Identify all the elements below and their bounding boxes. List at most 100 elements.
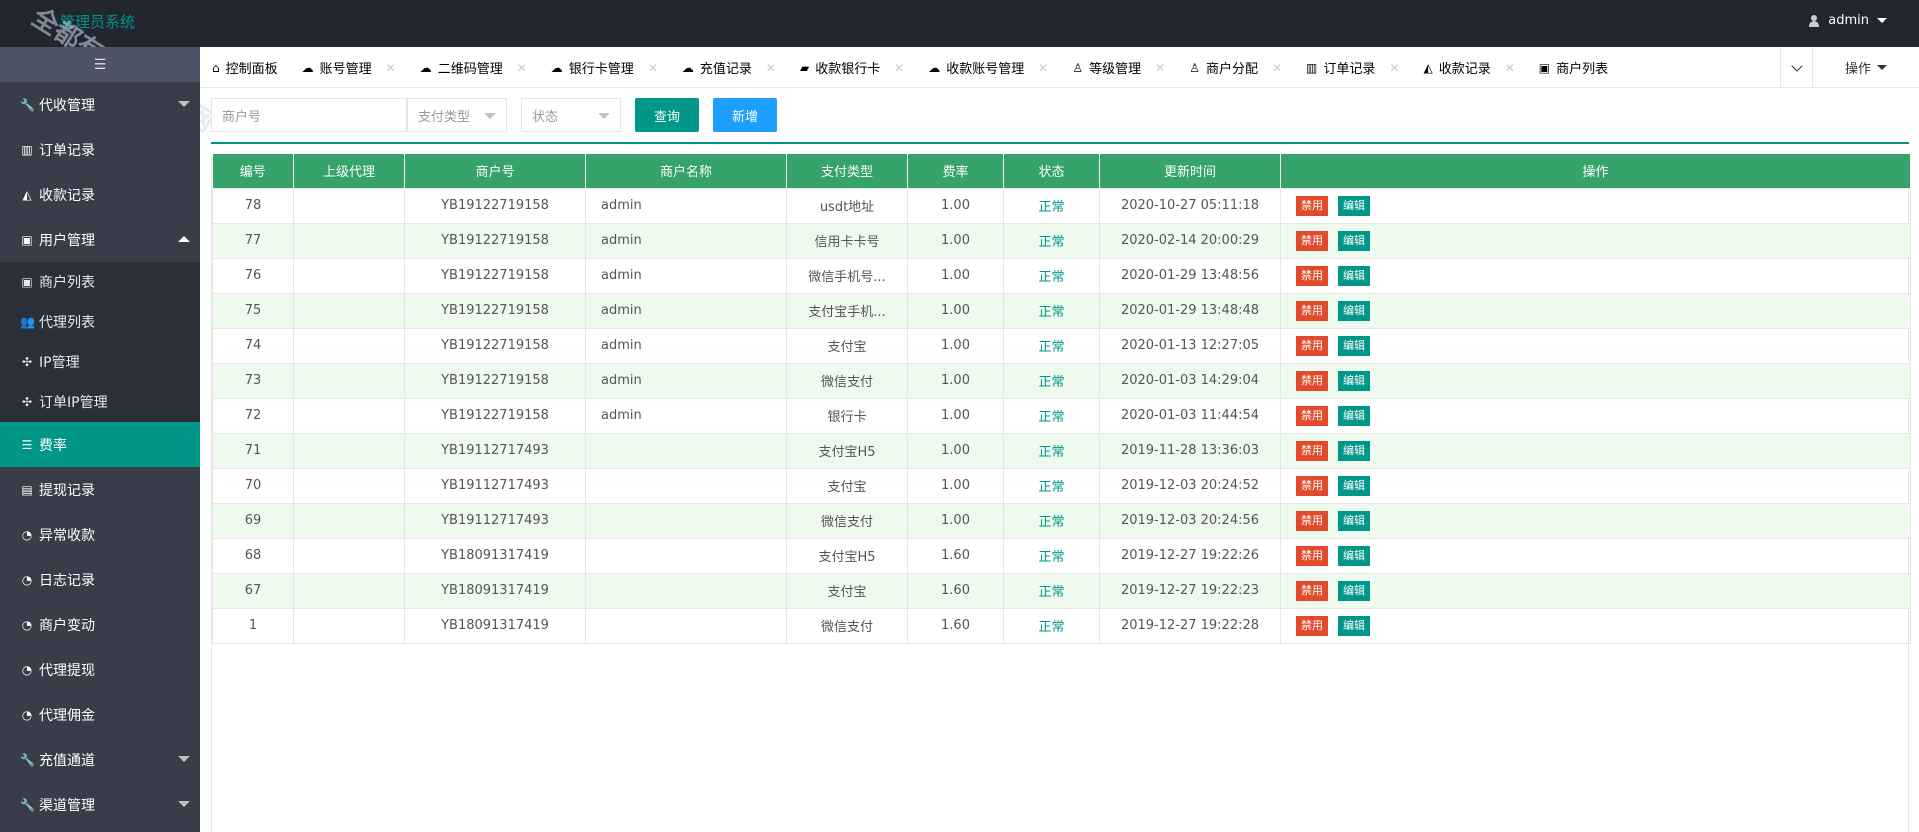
- tab[interactable]: ☁ 二维码管理 ✕: [408, 47, 539, 88]
- sidebar-item[interactable]: ◔ 代理佣金: [0, 692, 200, 737]
- edit-button[interactable]: 编辑: [1338, 440, 1370, 461]
- disable-button[interactable]: 禁用: [1296, 440, 1328, 461]
- disable-button[interactable]: 禁用: [1296, 300, 1328, 321]
- close-icon[interactable]: ✕: [894, 61, 904, 75]
- tab[interactable]: ☁ 银行卡管理 ✕: [539, 47, 670, 88]
- disable-button[interactable]: 禁用: [1296, 510, 1328, 531]
- sidebar-item[interactable]: ▣ 用户管理: [0, 217, 200, 262]
- close-icon[interactable]: ✕: [1272, 61, 1282, 75]
- edit-button[interactable]: 编辑: [1338, 335, 1370, 356]
- sidebar-item[interactable]: ◭ 收款记录: [0, 172, 200, 217]
- status-value: 状态: [532, 109, 559, 125]
- sidebar-item-label: 代理佣金: [39, 707, 95, 724]
- edit-button[interactable]: 编辑: [1338, 195, 1370, 216]
- edit-button[interactable]: 编辑: [1338, 370, 1370, 391]
- rate-table-container: 编号 上级代理 商户号 商户名称 支付类型 费率 状态 更新时间 操作 78 YB19122719…: [211, 154, 1911, 832]
- sidebar-item[interactable]: ✣ IP管理: [0, 342, 200, 382]
- edit-button[interactable]: 编辑: [1338, 615, 1370, 636]
- sidebar-item[interactable]: ◔ 代理提现: [0, 647, 200, 692]
- status-select[interactable]: 状态: [521, 98, 621, 132]
- add-button[interactable]: 新增: [713, 98, 777, 132]
- cell-updated: 2020-01-03 11:44:54: [1099, 397, 1281, 434]
- cell-actions: 禁用 编辑: [1280, 432, 1911, 469]
- disable-button[interactable]: 禁用: [1296, 195, 1328, 216]
- tab[interactable]: ▥ 订单记录 ✕: [1294, 47, 1411, 88]
- top-header: 管理员系统 admin: [0, 0, 1919, 47]
- close-icon[interactable]: ✕: [1155, 61, 1165, 75]
- edit-button[interactable]: 编辑: [1338, 405, 1370, 426]
- cell-rate: 1.60: [907, 537, 1004, 574]
- cell-merchant-name: [585, 467, 787, 504]
- tab[interactable]: ◭ 收款记录 ✕: [1411, 47, 1526, 88]
- sidebar-item-label: 商户变动: [39, 617, 95, 634]
- edit-button[interactable]: 编辑: [1338, 230, 1370, 251]
- close-icon[interactable]: ✕: [517, 61, 527, 75]
- sidebar-toggle[interactable]: ☰: [0, 47, 200, 82]
- edit-button[interactable]: 编辑: [1338, 265, 1370, 286]
- cell-id: 1: [212, 607, 294, 644]
- sidebar-item[interactable]: ◔ 日志记录: [0, 557, 200, 602]
- cell-actions: 禁用 编辑: [1280, 362, 1911, 399]
- tab-scroll-button[interactable]: [1780, 47, 1812, 88]
- sidebar-item[interactable]: ✣ 订单IP管理: [0, 382, 200, 422]
- disable-button[interactable]: 禁用: [1296, 580, 1328, 601]
- disable-button[interactable]: 禁用: [1296, 615, 1328, 636]
- cell-id: 71: [212, 432, 294, 469]
- tab[interactable]: ▣ 商户列表: [1527, 47, 1620, 88]
- table-row: 69 YB19112717493 微信支付 1.00 正常 2019-12-03 20:2…: [212, 502, 1911, 539]
- sidebar-item[interactable]: ▣ 商户列表: [0, 262, 200, 302]
- sidebar-item[interactable]: 🔧 渠道管理: [0, 782, 200, 827]
- close-icon[interactable]: ✕: [386, 61, 396, 75]
- edit-button[interactable]: 编辑: [1338, 580, 1370, 601]
- cell-merchant-no: YB19122719158: [404, 397, 586, 434]
- close-icon[interactable]: ✕: [1389, 61, 1399, 75]
- book-icon: ▰: [799, 60, 810, 75]
- merchant-no-input[interactable]: 商户号: [211, 98, 407, 132]
- money-icon: ▤: [21, 482, 33, 497]
- sidebar-item[interactable]: ◔ 商户变动: [0, 602, 200, 647]
- disable-button[interactable]: 禁用: [1296, 475, 1328, 496]
- caret-down-icon: [484, 113, 496, 119]
- tab[interactable]: ☁ 充值记录 ✕: [670, 47, 788, 88]
- sidebar-item[interactable]: ▥ 订单记录: [0, 127, 200, 172]
- cell-rate: 1.00: [907, 292, 1004, 329]
- pay-type-value: 支付类型: [418, 109, 471, 125]
- cell-pay-type: 微信手机号...: [786, 257, 908, 294]
- pay-type-select[interactable]: 支付类型: [407, 98, 507, 132]
- tab-operations-button[interactable]: 操作: [1812, 47, 1919, 88]
- sidebar-item[interactable]: 🔧 代收管理: [0, 82, 200, 127]
- tab[interactable]: ☁ 账号管理 ✕: [290, 47, 408, 88]
- sidebar-item[interactable]: ▤ 提现记录: [0, 467, 200, 512]
- edit-button[interactable]: 编辑: [1338, 475, 1370, 496]
- tab[interactable]: ☁ 收款账号管理 ✕: [916, 47, 1060, 88]
- disable-button[interactable]: 禁用: [1296, 545, 1328, 566]
- tab[interactable]: ▰ 收款银行卡 ✕: [788, 47, 916, 88]
- sidebar-item[interactable]: ◔ 异常收款: [0, 512, 200, 557]
- cell-agent: [293, 572, 405, 609]
- close-icon[interactable]: ✕: [766, 61, 776, 75]
- disable-button[interactable]: 禁用: [1296, 230, 1328, 251]
- close-icon[interactable]: ✕: [648, 61, 658, 75]
- tab[interactable]: ♙ 商户分配 ✕: [1177, 47, 1294, 88]
- disable-button[interactable]: 禁用: [1296, 370, 1328, 391]
- cell-rate: 1.00: [907, 467, 1004, 504]
- sidebar-item[interactable]: 👥 代理列表: [0, 302, 200, 342]
- sidebar-item[interactable]: 🔧 充值通道: [0, 737, 200, 782]
- sidebar-item[interactable]: ☰ 费率: [0, 422, 200, 467]
- edit-button[interactable]: 编辑: [1338, 300, 1370, 321]
- disable-button[interactable]: 禁用: [1296, 405, 1328, 426]
- user-menu[interactable]: admin: [1808, 13, 1887, 28]
- edit-button[interactable]: 编辑: [1338, 510, 1370, 531]
- cell-merchant-name: [585, 572, 787, 609]
- cell-merchant-no: YB19122719158: [404, 362, 586, 399]
- close-icon[interactable]: ✕: [1505, 61, 1515, 75]
- edit-button[interactable]: 编辑: [1338, 545, 1370, 566]
- sidebar-item-label: 订单IP管理: [39, 395, 108, 411]
- close-icon[interactable]: ✕: [1038, 61, 1048, 75]
- query-button[interactable]: 查询: [635, 98, 699, 132]
- disable-button[interactable]: 禁用: [1296, 335, 1328, 356]
- tab[interactable]: ⌂ 控制面板: [200, 47, 290, 88]
- user-icon: [1808, 14, 1820, 27]
- tab[interactable]: ♙ 等级管理 ✕: [1060, 47, 1177, 88]
- disable-button[interactable]: 禁用: [1296, 265, 1328, 286]
